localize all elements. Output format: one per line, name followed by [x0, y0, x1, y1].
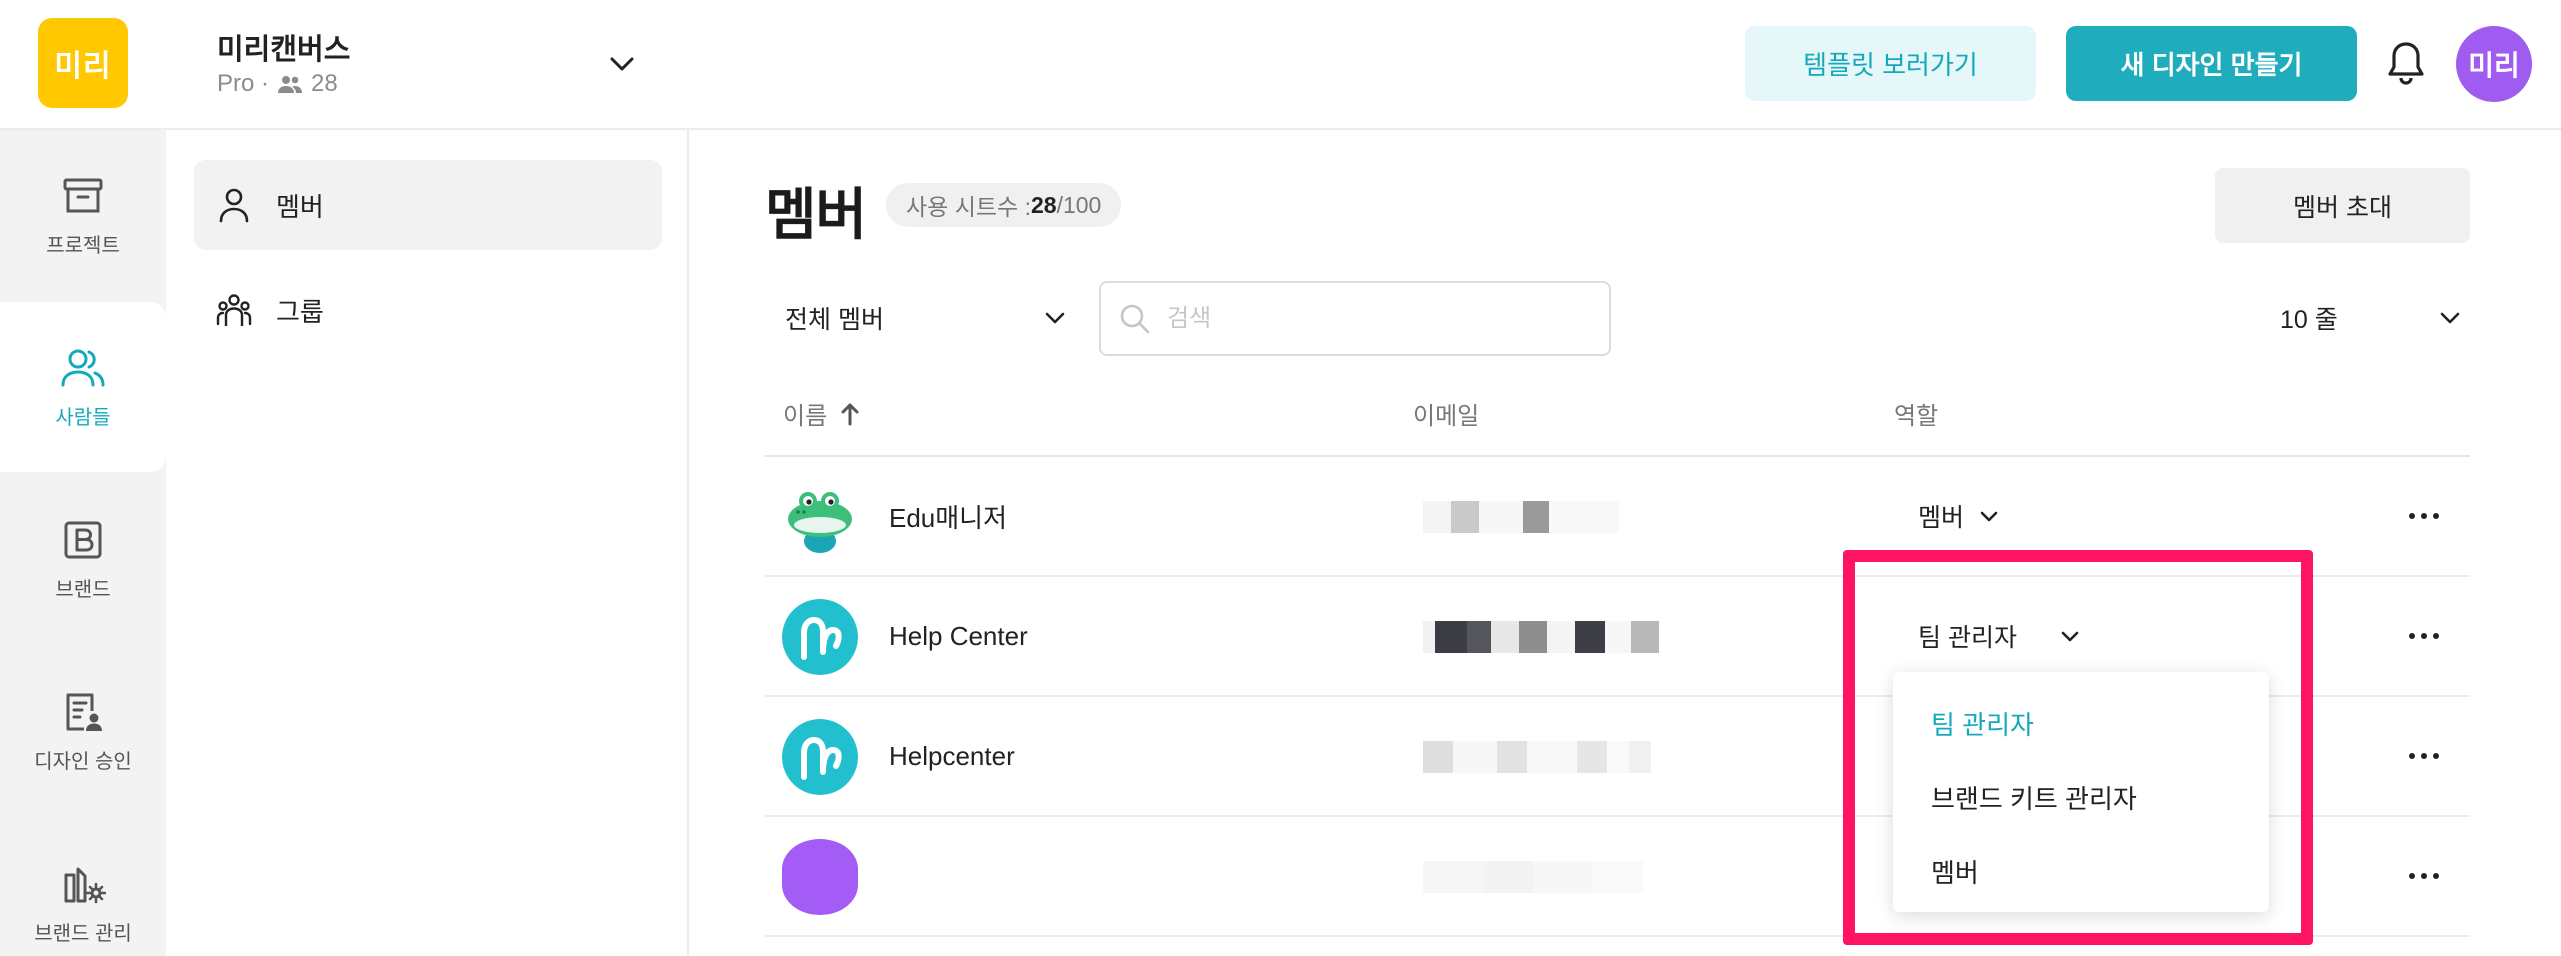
chevron-down-icon — [1045, 312, 1065, 324]
member-avatar — [782, 719, 858, 795]
new-design-button[interactable]: 새 디자인 만들기 — [2066, 26, 2357, 101]
role-option-team-admin[interactable]: 팀 관리자 — [1893, 686, 2269, 760]
user-avatar[interactable]: 미리 — [2456, 26, 2532, 102]
rail-item-design-approval[interactable]: 디자인 승인 — [0, 646, 166, 816]
search-field[interactable] — [1099, 281, 1611, 356]
subnav-item-members[interactable]: 멤버 — [194, 160, 662, 250]
column-header-role: 역할 — [1894, 396, 1938, 431]
workspace-name: 미리캔버스 — [217, 34, 351, 66]
subnav-item-label: 그룹 — [276, 296, 324, 327]
brand-manage-icon — [64, 867, 106, 903]
app-logo[interactable]: 미리 — [38, 18, 128, 108]
rail-item-label: 브랜드 — [55, 578, 111, 601]
member-email-redacted — [1423, 501, 1619, 533]
member-email-redacted — [1423, 861, 1643, 893]
column-header-label: 이름 — [783, 403, 828, 430]
row-more-options-button[interactable] — [2399, 501, 2449, 531]
subnav-item-groups[interactable]: 그룹 — [194, 265, 662, 355]
rows-per-page-value: 10 줄 — [2280, 306, 2338, 334]
rail-item-projects[interactable]: 프로젝트 — [0, 130, 166, 300]
member-avatar — [782, 839, 858, 915]
member-avatar — [782, 479, 858, 555]
people-small-icon — [278, 76, 303, 93]
page-title: 멤버 — [765, 183, 867, 246]
chevron-down-icon — [2061, 631, 2079, 641]
chevron-down-icon — [2440, 312, 2460, 324]
plan-label: Pro · — [217, 70, 270, 97]
rail-item-brand-management[interactable]: 브랜드 관리 — [0, 818, 166, 956]
member-role-select[interactable]: 멤버 — [1918, 457, 1998, 575]
workspace-meta: Pro · 28 — [217, 70, 338, 98]
row-more-options-button[interactable] — [2399, 741, 2449, 771]
member-role-value: 멤버 — [1918, 504, 1965, 532]
miricanvas-m-logo-icon — [782, 599, 858, 675]
column-header-name[interactable]: 이름 — [783, 396, 859, 431]
seat-used: 28 — [1030, 191, 1057, 218]
member-email-redacted — [1423, 741, 1651, 773]
column-header-label: 역할 — [1894, 403, 1939, 430]
column-header-label: 이메일 — [1413, 403, 1480, 430]
seat-total: /100 — [1056, 191, 1102, 218]
role-option-brand-kit-admin[interactable]: 브랜드 키트 관리자 — [1893, 760, 2269, 834]
archive-box-icon — [63, 178, 103, 212]
view-templates-button[interactable]: 템플릿 보러가기 — [1745, 26, 2036, 101]
rail-item-brand[interactable]: 브랜드 — [0, 474, 166, 644]
rail-item-label: 프로젝트 — [46, 234, 120, 257]
rail-item-label: 브랜드 관리 — [34, 922, 132, 945]
rail-item-label: 디자인 승인 — [34, 750, 132, 773]
top-bar: 미리 미리캔버스 Pro · 28 템플릿 보러가기 새 디자인 만들기 미리 — [0, 0, 2561, 130]
people-icon — [61, 349, 105, 386]
member-email-redacted — [1423, 621, 1659, 653]
role-option-member[interactable]: 멤버 — [1893, 834, 2269, 908]
search-icon — [1120, 304, 1150, 333]
document-approval-icon — [66, 693, 102, 731]
member-filter-value: 전체 멤버 — [785, 306, 884, 334]
member-role-value: 팀 관리자 — [1918, 624, 2017, 652]
table-row: Edu매니저 멤버 — [765, 457, 2470, 577]
member-name: Edu매니저 — [889, 502, 1008, 533]
notification-bell-icon[interactable] — [2386, 40, 2426, 86]
member-name: Helpcenter — [889, 740, 1015, 771]
brand-b-icon — [64, 521, 102, 558]
seat-label: 사용 시트수 : — [906, 194, 1031, 220]
role-dropdown-menu: 팀 관리자 브랜드 키트 관리자 멤버 — [1893, 672, 2269, 912]
column-header-email: 이메일 — [1413, 396, 1479, 431]
crocodile-mascot-icon — [782, 479, 858, 555]
chevron-down-icon — [1980, 511, 1998, 521]
miricanvas-m-logo-icon — [782, 719, 858, 795]
rail-item-people[interactable]: 사람들 — [0, 302, 166, 472]
subnav-item-label: 멤버 — [276, 191, 324, 222]
member-name: Help Center — [889, 620, 1028, 651]
invite-member-button[interactable]: 멤버 초대 — [2215, 168, 2470, 243]
row-more-options-button[interactable] — [2399, 861, 2449, 891]
left-rail: 프로젝트 사람들 브랜드 디자인 승인 브랜드 관리 — [0, 130, 166, 956]
sort-ascending-arrow-icon[interactable] — [841, 402, 859, 426]
member-filter-select[interactable]: 전체 멤버 — [785, 290, 1065, 346]
rail-item-label: 사람들 — [55, 406, 111, 429]
search-input[interactable] — [1167, 304, 1567, 333]
rows-per-page-select[interactable]: 10 줄 — [2280, 290, 2460, 346]
group-icon — [216, 294, 252, 326]
people-sub-sidebar: 멤버 그룹 — [166, 130, 689, 956]
member-avatar — [782, 599, 858, 675]
member-count: 28 — [311, 70, 338, 97]
seat-usage-badge: 사용 시트수 :28/100 — [886, 183, 1122, 227]
row-more-options-button[interactable] — [2399, 621, 2449, 651]
workspace-switch-chevron-icon[interactable] — [604, 46, 640, 82]
person-icon — [219, 188, 249, 223]
